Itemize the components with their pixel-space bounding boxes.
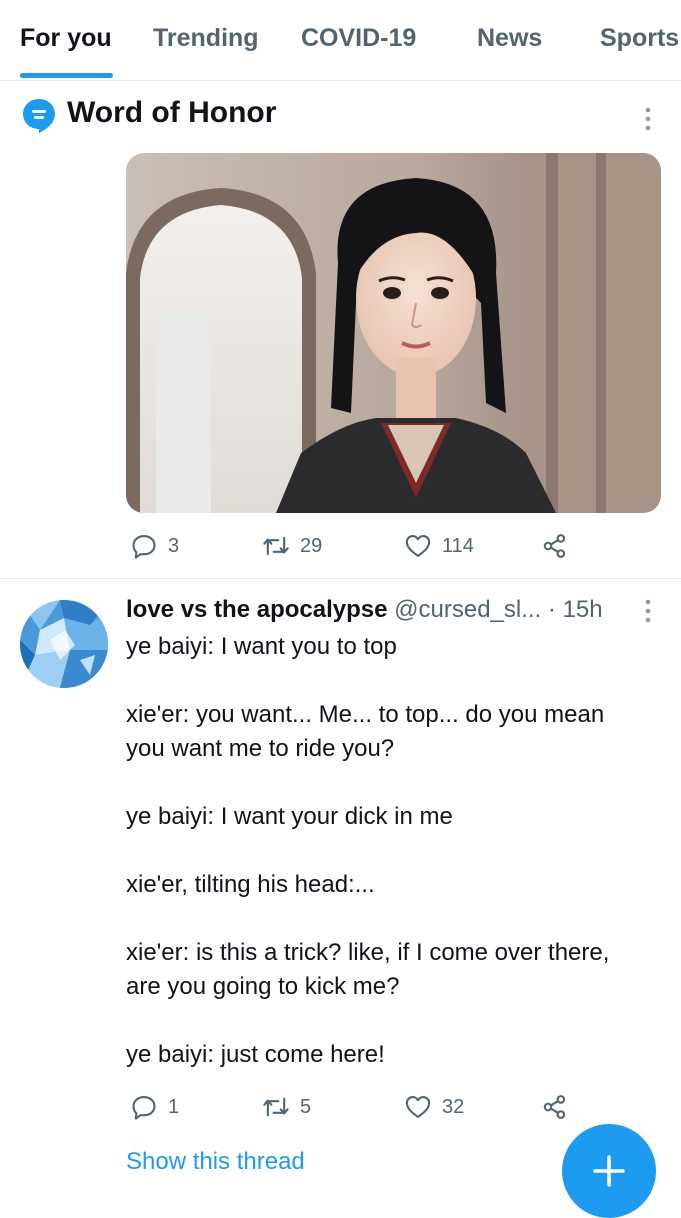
tweet-line: xie'er, tilting his head:...: [126, 871, 375, 898]
reply-button[interactable]: 1: [130, 1087, 179, 1127]
heart-icon: [405, 535, 431, 557]
topic-bubble-icon: [23, 99, 55, 133]
compose-tweet-button[interactable]: [562, 1124, 656, 1218]
retweet-icon: [263, 1097, 289, 1117]
like-button[interactable]: 114: [404, 526, 474, 566]
user-handle[interactable]: @cursed_sl...: [394, 596, 541, 623]
tab-for-you[interactable]: For you: [20, 24, 112, 53]
retweet-count: 5: [300, 1095, 312, 1118]
post-actions: 3 29 114: [0, 526, 681, 566]
tweet-line: ye baiyi: I want you to top: [126, 633, 397, 660]
share-icon: [543, 534, 566, 558]
heart-icon: [405, 1096, 431, 1118]
tweet-text: ye baiyi: I want you to top xie'er: you …: [126, 630, 646, 1106]
crystal-avatar-image: [20, 600, 108, 688]
share-button[interactable]: [541, 1087, 569, 1127]
explore-tab-bar: For you Trending COVID-19 News Sports: [0, 0, 681, 81]
show-thread-link[interactable]: Show this thread: [126, 1148, 305, 1176]
tab-covid-19[interactable]: COVID-19: [301, 24, 416, 53]
display-name[interactable]: love vs the apocalypse: [126, 596, 387, 623]
more-options-icon[interactable]: [640, 106, 656, 132]
more-options-icon[interactable]: [640, 598, 656, 624]
tab-news[interactable]: News: [477, 24, 542, 53]
tab-sports[interactable]: Sports: [600, 24, 679, 53]
share-button[interactable]: [541, 526, 569, 566]
tweet-line: xie'er: you want... Me... to top... do y…: [126, 701, 605, 762]
reply-count: 3: [168, 534, 180, 557]
reply-icon: [132, 1096, 156, 1120]
tweet-header: love vs the apocalypse @cursed_sl... · 1…: [126, 596, 603, 624]
like-count: 32: [442, 1095, 465, 1118]
post-media-image[interactable]: [126, 153, 661, 513]
retweet-button[interactable]: 29: [262, 526, 322, 566]
retweet-button[interactable]: 5: [262, 1087, 311, 1127]
tab-trending[interactable]: Trending: [153, 24, 259, 53]
tweet-line: xie'er: is this a trick? like, if I come…: [126, 939, 610, 1000]
tweet-line: ye baiyi: I want your dick in me: [126, 803, 453, 830]
retweet-count: 29: [300, 534, 323, 557]
portrait-photo: [126, 153, 661, 513]
avatar[interactable]: [20, 600, 108, 688]
reply-button[interactable]: 3: [130, 526, 179, 566]
like-count: 114: [442, 534, 474, 557]
separator-dot: ·: [541, 596, 563, 623]
reply-count: 1: [168, 1095, 180, 1118]
tweet-actions: 1 5 32: [0, 1087, 681, 1127]
like-button[interactable]: 32: [404, 1087, 464, 1127]
share-icon: [543, 1095, 566, 1119]
tweet-line: ye baiyi: just come here!: [126, 1041, 385, 1068]
plus-icon: [593, 1155, 625, 1187]
reply-icon: [132, 535, 156, 559]
divider: [0, 578, 681, 579]
active-tab-indicator: [20, 73, 113, 78]
retweet-icon: [263, 536, 289, 556]
timestamp[interactable]: 15h: [563, 596, 603, 623]
topic-title: Word of Honor: [67, 96, 277, 129]
